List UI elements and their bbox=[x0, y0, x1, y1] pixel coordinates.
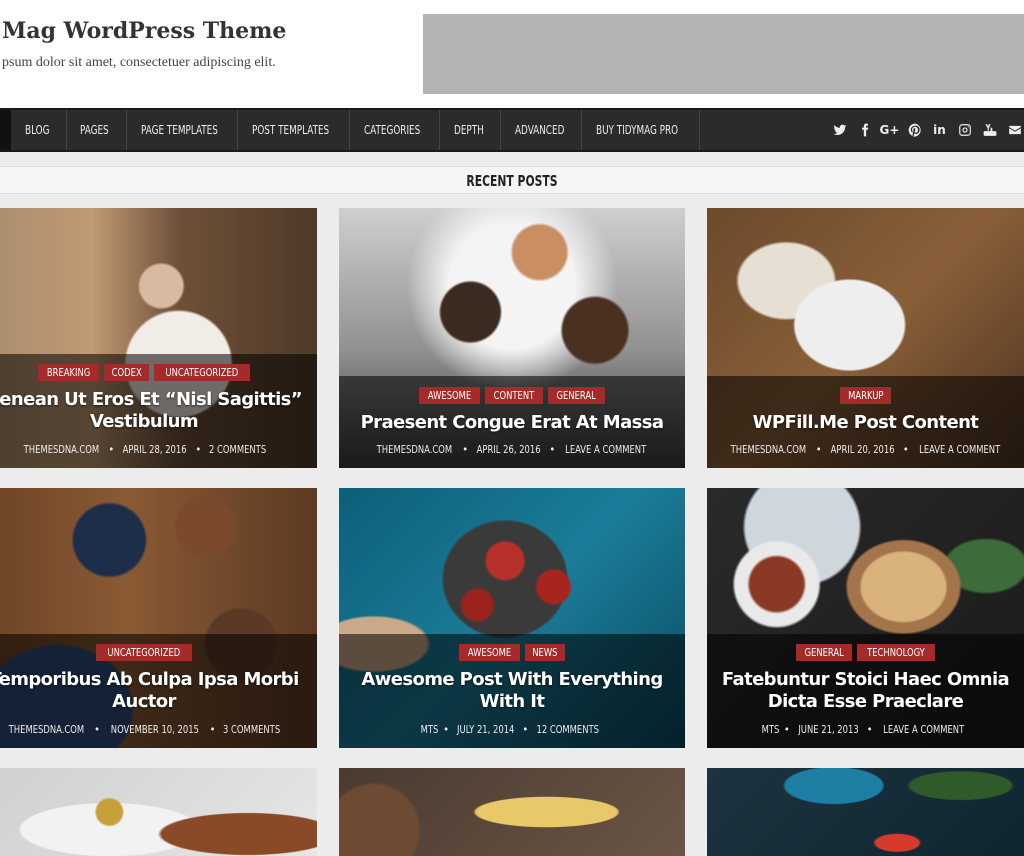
post-date: APRIL 20, 2016 bbox=[830, 443, 895, 456]
nav-item-page-templates[interactable]: PAGE TEMPLATES bbox=[127, 110, 238, 150]
post-date: APRIL 28, 2016 bbox=[122, 443, 187, 456]
youtube-icon[interactable] bbox=[982, 123, 997, 138]
post-thumbnail bbox=[707, 768, 1024, 856]
category-tag[interactable]: TECHNOLOGY bbox=[857, 644, 936, 661]
facebook-icon[interactable] bbox=[857, 123, 872, 138]
post-card[interactable]: AWESOME NEWS Awesome Post With Everythin… bbox=[339, 488, 685, 748]
instagram-icon[interactable] bbox=[957, 123, 972, 138]
nav-item-depth[interactable]: DEPTH bbox=[440, 110, 501, 150]
post-comments-link[interactable]: 2 COMMENTS bbox=[209, 443, 266, 456]
post-card[interactable]: GENERAL TECHNOLOGY Fatebuntur Stoici Hae… bbox=[707, 488, 1024, 748]
site-tagline: psum dolor sit amet, consectetuer adipis… bbox=[2, 55, 276, 70]
category-tag[interactable]: CONTENT bbox=[485, 387, 544, 404]
post-card[interactable]: UNCATEGORIZED Temporibus Ab Culpa Ipsa M… bbox=[0, 488, 317, 748]
post-thumbnail bbox=[339, 768, 685, 856]
post-meta: THEMESDNA.COM • APRIL 26, 2016 • LEAVE A COM… bbox=[377, 443, 647, 456]
post-card[interactable]: MARKUP WPFill.Me Post Content THEMESDNA.… bbox=[707, 208, 1024, 468]
post-card[interactable] bbox=[707, 768, 1024, 856]
twitter-icon[interactable] bbox=[832, 123, 847, 138]
post-card[interactable] bbox=[0, 768, 317, 856]
post-title[interactable]: Aenean Ut Eros Et “Nisl Sagittis” Vestib… bbox=[0, 389, 317, 433]
email-icon[interactable] bbox=[1007, 123, 1022, 138]
section-title: RECENT POSTS bbox=[466, 172, 558, 190]
nav-item-blog[interactable]: BLOG bbox=[11, 110, 67, 150]
linkedin-icon[interactable]: in bbox=[932, 123, 947, 138]
post-meta: THEMESDNA.COM • NOVEMBER 10, 2015 • 3 COMMEN… bbox=[8, 723, 281, 736]
category-tag[interactable]: BREAKING bbox=[37, 364, 100, 381]
header-ad-banner[interactable] bbox=[423, 14, 1024, 94]
post-title[interactable]: Temporibus Ab Culpa Ipsa Morbi Auctor bbox=[0, 669, 317, 713]
google-plus-icon[interactable]: G+ bbox=[880, 123, 900, 138]
post-card[interactable]: BREAKING CODEX UNCATEGORIZED Aenean Ut E… bbox=[0, 208, 317, 468]
post-thumbnail bbox=[0, 768, 317, 856]
post-comments-link[interactable]: LEAVE A COMMENT bbox=[919, 443, 1000, 456]
post-title[interactable]: Awesome Post With Everything With It bbox=[339, 669, 685, 713]
site-header: Mag WordPress Theme psum dolor sit amet,… bbox=[0, 0, 1024, 108]
nav-item-buy-tidymag-pro[interactable]: BUY TIDYMAG PRO bbox=[582, 110, 700, 150]
category-tag[interactable]: AWESOME bbox=[459, 644, 521, 661]
category-tag[interactable]: AWESOME bbox=[419, 387, 481, 404]
category-tag[interactable]: MARKUP bbox=[839, 387, 892, 404]
post-comments-link[interactable]: 12 COMMENTS bbox=[537, 723, 599, 736]
post-meta: MTS • JUNE 21, 2013 • LEAVE A COMMENT bbox=[761, 723, 964, 736]
category-tag[interactable]: GENERAL bbox=[548, 387, 605, 404]
nav-home-block[interactable] bbox=[0, 110, 11, 150]
post-meta: THEMESDNA.COM • APRIL 20, 2016 • LEAVE A COM… bbox=[730, 443, 1000, 456]
post-author[interactable]: THEMESDNA.COM bbox=[377, 443, 452, 456]
category-tag[interactable]: GENERAL bbox=[795, 644, 853, 661]
nav-item-pages[interactable]: PAGES bbox=[67, 110, 127, 150]
nav-item-categories[interactable]: CATEGORIES bbox=[350, 110, 440, 150]
post-comments-link[interactable]: 3 COMMENTS bbox=[224, 723, 281, 736]
post-author[interactable]: THEMESDNA.COM bbox=[731, 443, 806, 456]
post-date: JUNE 21, 2013 bbox=[798, 723, 859, 736]
post-date: JULY 21, 2014 bbox=[457, 723, 515, 736]
post-author[interactable]: MTS bbox=[421, 723, 439, 736]
recent-posts-header: RECENT POSTS bbox=[0, 166, 1024, 194]
post-meta: MTS • JULY 21, 2014 • 12 COMMENTS bbox=[420, 723, 600, 736]
category-tag[interactable]: CODEX bbox=[104, 364, 150, 381]
category-tag[interactable]: UNCATEGORIZED bbox=[96, 644, 192, 661]
post-card[interactable] bbox=[339, 768, 685, 856]
post-date: APRIL 26, 2016 bbox=[476, 443, 541, 456]
nav-item-advanced[interactable]: ADVANCED bbox=[501, 110, 582, 150]
post-title[interactable]: Fatebuntur Stoici Haec Omnia Dicta Esse … bbox=[707, 669, 1024, 713]
post-meta: THEMESDNA.COM • APRIL 28, 2016 • 2 COMMENTS bbox=[23, 443, 267, 456]
social-links: G+ in bbox=[832, 110, 1024, 150]
post-comments-link[interactable]: LEAVE A COMMENT bbox=[883, 723, 964, 736]
site-title[interactable]: Mag WordPress Theme bbox=[2, 18, 286, 44]
nav-item-post-templates[interactable]: POST TEMPLATES bbox=[238, 110, 350, 150]
post-comments-link[interactable]: LEAVE A COMMENT bbox=[565, 443, 646, 456]
category-tag[interactable]: UNCATEGORIZED bbox=[154, 364, 251, 381]
post-card[interactable]: AWESOME CONTENT GENERAL Praesent Congue … bbox=[339, 208, 685, 468]
post-title[interactable]: WPFill.Me Post Content bbox=[707, 412, 1024, 434]
post-author[interactable]: MTS bbox=[762, 723, 780, 736]
post-title[interactable]: Praesent Congue Erat At Massa bbox=[339, 412, 685, 434]
main-nav: BLOG PAGES PAGE TEMPLATES POST TEMPLATES… bbox=[0, 108, 1024, 152]
post-author[interactable]: THEMESDNA.COM bbox=[23, 443, 98, 456]
pinterest-icon[interactable] bbox=[907, 123, 922, 138]
category-tag[interactable]: NEWS bbox=[525, 644, 565, 661]
post-date: NOVEMBER 10, 2015 bbox=[110, 723, 199, 736]
post-author[interactable]: THEMESDNA.COM bbox=[9, 723, 84, 736]
